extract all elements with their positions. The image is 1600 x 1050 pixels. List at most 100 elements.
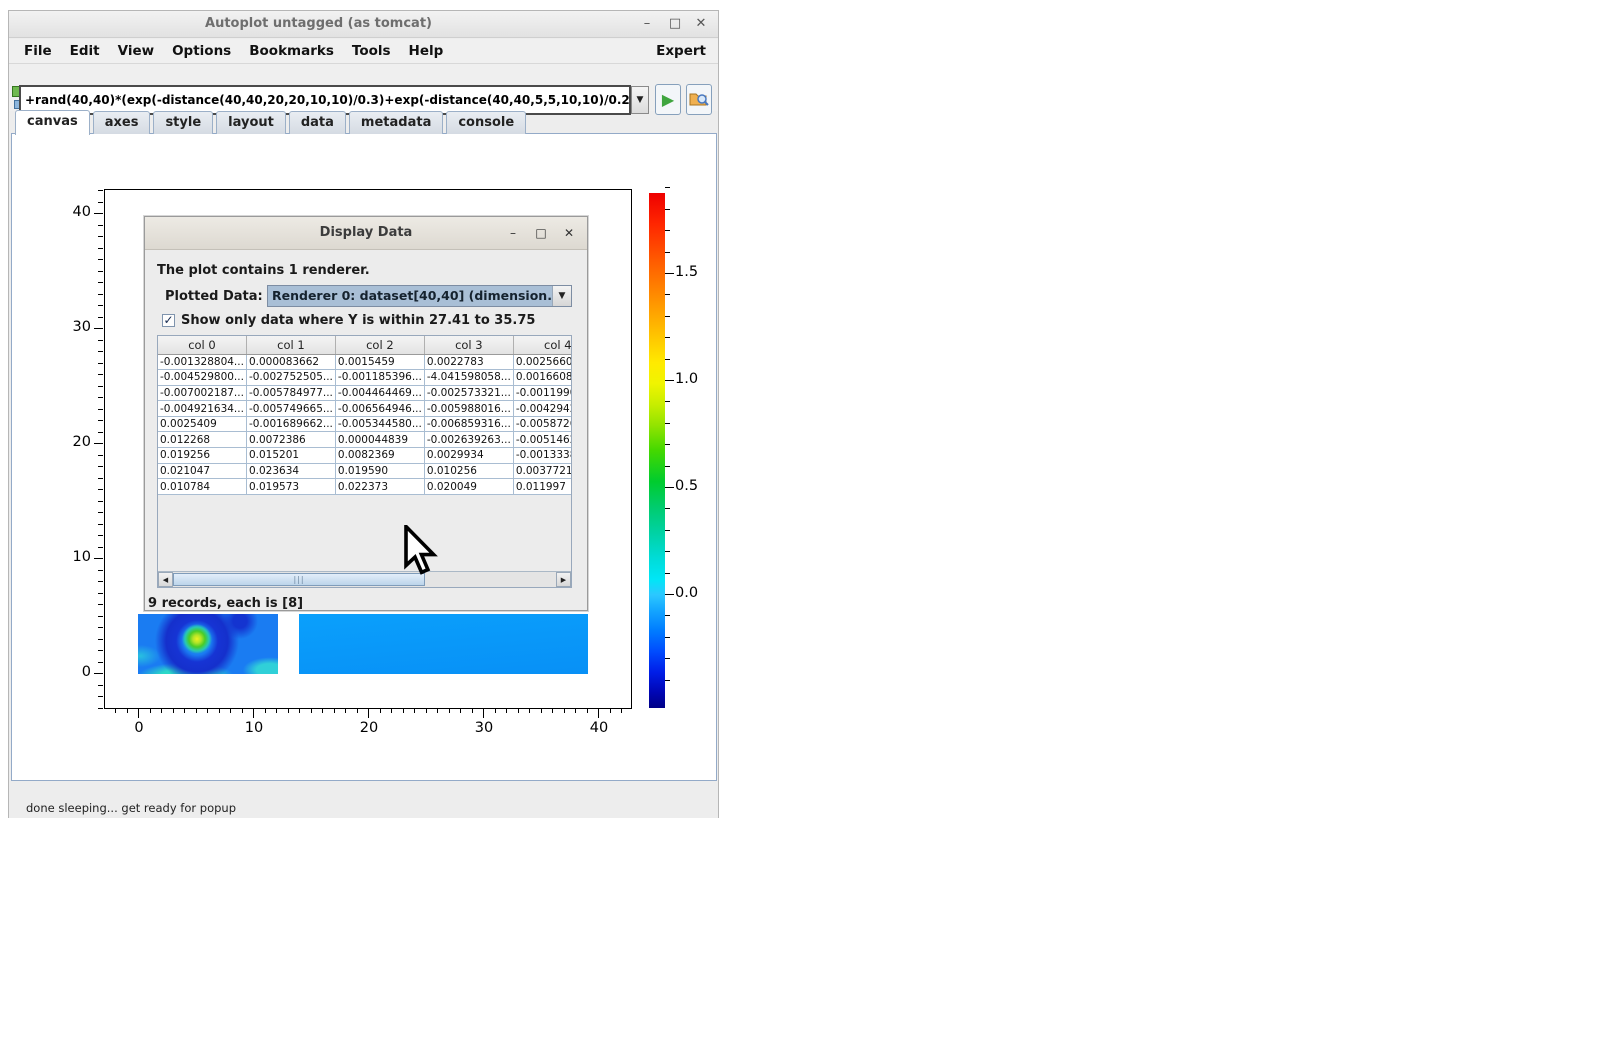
table-cell: 0.019256 [158,448,246,464]
x-minor-tick [541,708,542,713]
x-minor-tick [207,708,208,713]
x-minor-tick [345,708,346,713]
y-minor-tick [98,259,103,260]
column-header[interactable]: col 1 [246,336,335,354]
table-cell: 0.022373 [335,479,424,495]
colorbar-minor-tick [665,637,670,638]
combobox-arrow-icon[interactable]: ▼ [552,286,571,306]
x-minor-tick [161,708,162,713]
column-header[interactable]: col 4 [513,336,572,354]
tab-style[interactable]: style [153,111,213,134]
inspect-uri-button[interactable] [686,84,712,115]
y-minor-tick [98,478,103,479]
close-icon[interactable]: ✕ [690,14,712,34]
expert-label[interactable]: Expert [656,43,706,59]
colorbar-minor-tick [665,530,670,531]
window-titlebar[interactable]: Autoplot untagged (as tomcat) – □ ✕ [9,11,718,38]
column-header[interactable]: col 0 [158,336,246,354]
table-cell: 0.0082369 [335,448,424,464]
table-row[interactable]: 0.0210470.0236340.0195900.0102560.003772… [158,463,572,479]
menu-tools[interactable]: Tools [343,40,400,62]
colorbar-minor-tick [665,316,670,317]
table-cell: 0.0016608 [513,370,572,386]
table-row[interactable]: -0.001328804...0.0000836620.00154590.002… [158,354,572,370]
table-row[interactable]: 0.0107840.0195730.0223730.0200490.011997… [158,479,572,495]
table-cell: -0.004464469... [335,385,424,401]
column-header[interactable]: col 2 [335,336,424,354]
data-table-scrollpane[interactable]: col 0col 1col 2col 3col 4-0.001328804...… [157,335,572,588]
column-header[interactable]: col 3 [424,336,513,354]
minimize-icon[interactable]: – [636,14,658,34]
menu-options[interactable]: Options [163,40,240,62]
menu-help[interactable]: Help [400,40,453,62]
status-message: done sleeping... get ready for popup [26,801,236,815]
x-minor-tick [414,708,415,713]
table-row[interactable]: -0.004529800...-0.002752505...-0.0011853… [158,370,572,386]
table-row[interactable]: 0.0122680.00723860.000044839-0.002639263… [158,432,572,448]
x-minor-tick [242,708,243,713]
y-major-tick [94,443,103,444]
menu-edit[interactable]: Edit [61,40,109,62]
table-cell: -0.005749665... [246,401,335,417]
colorbar-minor-tick [665,209,670,210]
y-major-tick [94,328,103,329]
tab-console[interactable]: console [446,111,526,134]
colorbar-minor-tick [665,551,670,552]
scroll-left-icon[interactable]: ◀ [158,572,173,587]
tab-metadata[interactable]: metadata [349,111,443,134]
y-minor-tick [98,225,103,226]
y-minor-tick [98,190,103,191]
scroll-right-icon[interactable]: ▶ [556,572,571,587]
uri-dropdown-icon[interactable]: ▼ [631,86,649,114]
table-row[interactable]: 0.0025409-0.001689662...-0.005344580...-… [158,416,572,432]
horizontal-scrollbar[interactable]: ◀ ||| ▶ [158,571,571,587]
y-minor-tick [98,696,103,697]
go-button[interactable]: ▶ [655,84,681,115]
table-cell: -0.007002187... [158,385,246,401]
table-cell: 0.019573 [246,479,335,495]
table-cell: 0.011997 [513,479,572,495]
autoplot-window: Autoplot untagged (as tomcat) – □ ✕ File… [8,10,719,818]
y-minor-tick [98,547,103,548]
dialog-close-icon[interactable]: ✕ [557,223,581,243]
y-minor-tick [98,708,103,709]
colorbar-minor-tick [665,252,670,253]
table-cell: 0.021047 [158,463,246,479]
table-cell: -0.005988016... [424,401,513,417]
table-row[interactable]: 0.0192560.0152010.00823690.0029934-0.001… [158,448,572,464]
tab-layout[interactable]: layout [216,111,286,134]
y-tick-label: 0 [49,664,91,680]
dialog-maximize-icon[interactable]: □ [529,223,553,243]
x-minor-tick [564,708,565,713]
colorbar-minor-tick [665,187,670,188]
y-filter-checkbox[interactable]: ✓ [162,314,175,327]
table-row[interactable]: -0.007002187...-0.005784977...-0.0044644… [158,385,572,401]
maximize-icon[interactable]: □ [664,14,686,34]
y-minor-tick [98,420,103,421]
x-minor-tick [506,708,507,713]
renderer-combobox[interactable]: Renderer 0: dataset[40,40] (dimension...… [267,285,572,307]
table-cell: 0.019590 [335,463,424,479]
y-minor-tick [98,374,103,375]
scrollbar-thumb[interactable]: ||| [173,573,425,586]
x-minor-tick [529,708,530,713]
y-minor-tick [98,317,103,318]
menu-bookmarks[interactable]: Bookmarks [240,40,343,62]
table-row[interactable]: -0.004921634...-0.005749665...-0.0065649… [158,401,572,417]
y-minor-tick [98,466,103,467]
table-cell: -0.001199077... [513,385,572,401]
dialog-minimize-icon[interactable]: – [501,223,525,243]
tab-axes[interactable]: axes [93,111,151,134]
y-minor-tick [98,282,103,283]
dialog-titlebar[interactable]: Display Data – □ ✕ [145,217,587,250]
x-minor-tick [127,708,128,713]
menu-view[interactable]: View [109,40,163,62]
x-minor-tick [115,708,116,713]
heatmap-strip-left [138,614,278,674]
tab-data[interactable]: data [289,111,346,134]
x-minor-tick [230,708,231,713]
statusbar: done sleeping... get ready for popup [9,781,718,818]
table-cell: 0.0022783 [424,354,513,370]
tab-canvas[interactable]: canvas [15,110,90,135]
menu-file[interactable]: File [15,40,61,62]
